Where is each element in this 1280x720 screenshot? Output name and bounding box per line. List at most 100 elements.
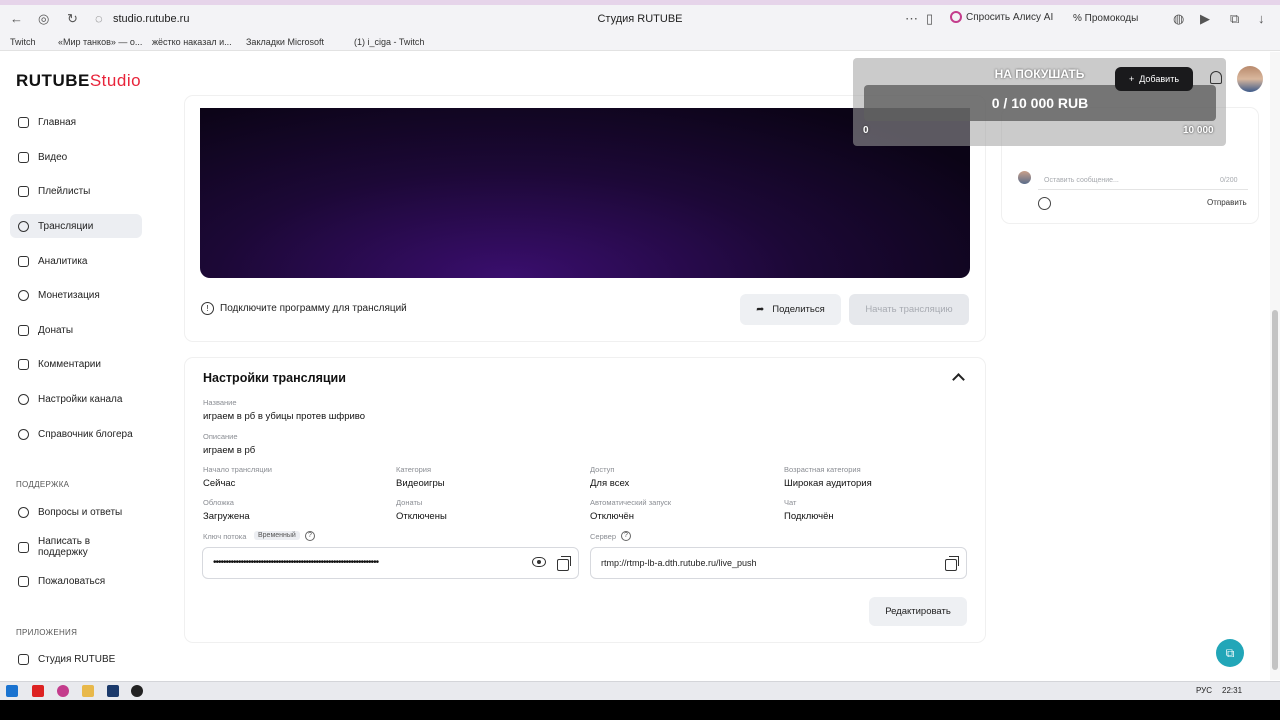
mail-icon [18, 541, 29, 553]
bookmark-item[interactable]: Закладки Microsoft [246, 37, 324, 47]
chat-label: Чат [784, 498, 797, 507]
cover-label: Обложка [203, 498, 234, 507]
bookmark-item[interactable]: Twitch [10, 37, 36, 47]
promo-label: Промокоды [1084, 13, 1139, 24]
access-value: Для всех [590, 478, 630, 489]
sidebar-item-label: Трансляции [38, 220, 94, 232]
support-section-label: ПОДДЕРЖКА [16, 480, 70, 489]
sidebar-item-studio-app[interactable]: Студия RUTUBE [10, 647, 142, 671]
copy-icon[interactable] [557, 556, 571, 571]
donation-goal-min: 0 [863, 125, 869, 136]
sidebar-item-broadcasts[interactable]: Трансляции [10, 214, 142, 238]
share-icon: ➦ [756, 304, 765, 315]
video-icon [18, 151, 29, 163]
start-broadcast-button[interactable]: Начать трансляцию [849, 294, 969, 325]
apps-section-label: ПРИЛОЖЕНИЯ [16, 628, 78, 637]
scrollbar-thumb[interactable] [1272, 310, 1278, 670]
bell-icon[interactable] [1210, 71, 1222, 84]
plus-icon: + [1128, 74, 1135, 84]
avatar[interactable] [1237, 66, 1263, 92]
sidebar-item-report[interactable]: Пожаловаться [10, 569, 142, 593]
folder-icon[interactable] [82, 685, 94, 697]
question-icon[interactable]: ? [621, 531, 631, 541]
sidebar-item-channel-settings[interactable]: Настройки канала [10, 387, 142, 411]
access-label: Доступ [590, 465, 615, 474]
system-clock[interactable]: 22:31 [1222, 686, 1242, 695]
keyboard-language[interactable]: РУС [1196, 686, 1212, 695]
alice-button[interactable]: Спросить Алису AI [950, 11, 1053, 23]
analytics-icon [18, 255, 29, 267]
app-icon [18, 653, 29, 665]
sidebar-item-analytics[interactable]: Аналитика [10, 249, 142, 273]
bookmark-item[interactable]: (1) i_ciga - Twitch [354, 37, 424, 47]
logo-suffix: Studio [89, 71, 142, 90]
donation-goal-max: 10 000 [1183, 125, 1214, 136]
connect-text: Подключите программу для трансляций [220, 303, 407, 314]
avatar [1018, 171, 1031, 184]
screen-bottom-bar [0, 700, 1280, 720]
sidebar-item-donations[interactable]: Донаты [10, 318, 142, 342]
sidebar-item-home[interactable]: Главная [10, 110, 142, 134]
sidebar-item-blogger-guide[interactable]: Справочник блогера [10, 422, 142, 446]
description-label: Описание [203, 432, 238, 441]
sidebar-item-label: Донаты [38, 324, 74, 336]
windows-start-icon[interactable] [6, 685, 18, 697]
sidebar-item-playlists[interactable]: Плейлисты [10, 179, 142, 203]
bookmark-item[interactable]: «Мир танков» — о... [58, 37, 142, 47]
rutube-studio-logo[interactable]: RUTUBEStudio [16, 71, 141, 91]
sidebar-item-comments[interactable]: Комментарии [10, 352, 142, 376]
alice-icon [950, 11, 962, 23]
settings-title: Настройки трансляции [203, 371, 346, 385]
add-label: Добавить [1139, 74, 1180, 84]
question-icon[interactable]: ? [305, 531, 315, 541]
name-label: Название [203, 398, 237, 407]
sidebar-item-monetization[interactable]: Монетизация [10, 283, 142, 307]
category-label: Категория [396, 465, 432, 474]
monetization-icon [18, 289, 29, 301]
alice-app-icon[interactable] [57, 685, 69, 697]
edit-button[interactable]: Редактировать [869, 597, 967, 626]
obs-icon[interactable] [131, 685, 143, 697]
donations-value: Отключены [396, 511, 447, 522]
sidebar-item-write-support[interactable]: Написать в поддержку [10, 535, 142, 559]
autostart-value: Отключён [590, 511, 634, 522]
donations-label: Донаты [396, 498, 423, 507]
share-label: Поделиться [772, 304, 825, 315]
faq-icon [18, 506, 29, 518]
send-button[interactable]: Отправить [1207, 198, 1247, 207]
donation-goal-progress-text: 0 / 10 000 RUB [991, 95, 1089, 111]
sidebar-item-label: Пожаловаться [38, 575, 106, 587]
home-icon [18, 116, 29, 128]
eye-icon[interactable] [532, 557, 546, 567]
os-taskbar [0, 681, 1280, 700]
steam-icon[interactable] [107, 685, 119, 697]
sidebar-item-label: Справочник блогера [38, 428, 133, 440]
sidebar-item-video[interactable]: Видео [10, 145, 142, 169]
start-time-value: Сейчас [203, 478, 236, 489]
connect-software-notice: ! Подключите программу для трансляций [201, 302, 407, 315]
donate-icon [18, 324, 29, 336]
autostart-label: Автоматический запуск [590, 498, 672, 507]
chat-value: Подключён [784, 511, 834, 522]
alice-label: Спросить Алису AI [966, 11, 1054, 23]
server-value: rtmp://rtmp-lb-a.dth.rutube.ru/live_push [601, 558, 757, 568]
sidebar-item-faq[interactable]: Вопросы и ответы [10, 500, 142, 524]
info-icon: ! [201, 302, 214, 315]
chat-char-count: 0/200 [1220, 177, 1238, 184]
flag-icon [18, 575, 29, 587]
copy-icon[interactable] [945, 556, 959, 571]
help-chat-icon[interactable]: ⧉ [1216, 639, 1244, 667]
yandex-browser-icon[interactable] [32, 685, 44, 697]
sidebar-item-label: Вопросы и ответы [38, 506, 123, 518]
sidebar-item-label: Настройки канала [38, 393, 123, 405]
add-button[interactable]: + Добавить [1115, 67, 1193, 91]
temporary-badge: Временный [254, 531, 300, 540]
stream-key-value: ••••••••••••••••••••••••••••••••••••••••… [213, 557, 379, 568]
share-button[interactable]: ➦ Поделиться [740, 294, 841, 325]
name-value: играем в рб в убицы протев шфриво [203, 411, 366, 422]
sidebar-item-label: Видео [38, 151, 68, 163]
emoji-icon[interactable] [1038, 197, 1051, 210]
logo-brand: RUTUBE [16, 71, 90, 90]
bookmark-item[interactable]: жёстко наказал и... [152, 37, 232, 47]
promo-button[interactable]: % Промокоды [1073, 13, 1138, 24]
